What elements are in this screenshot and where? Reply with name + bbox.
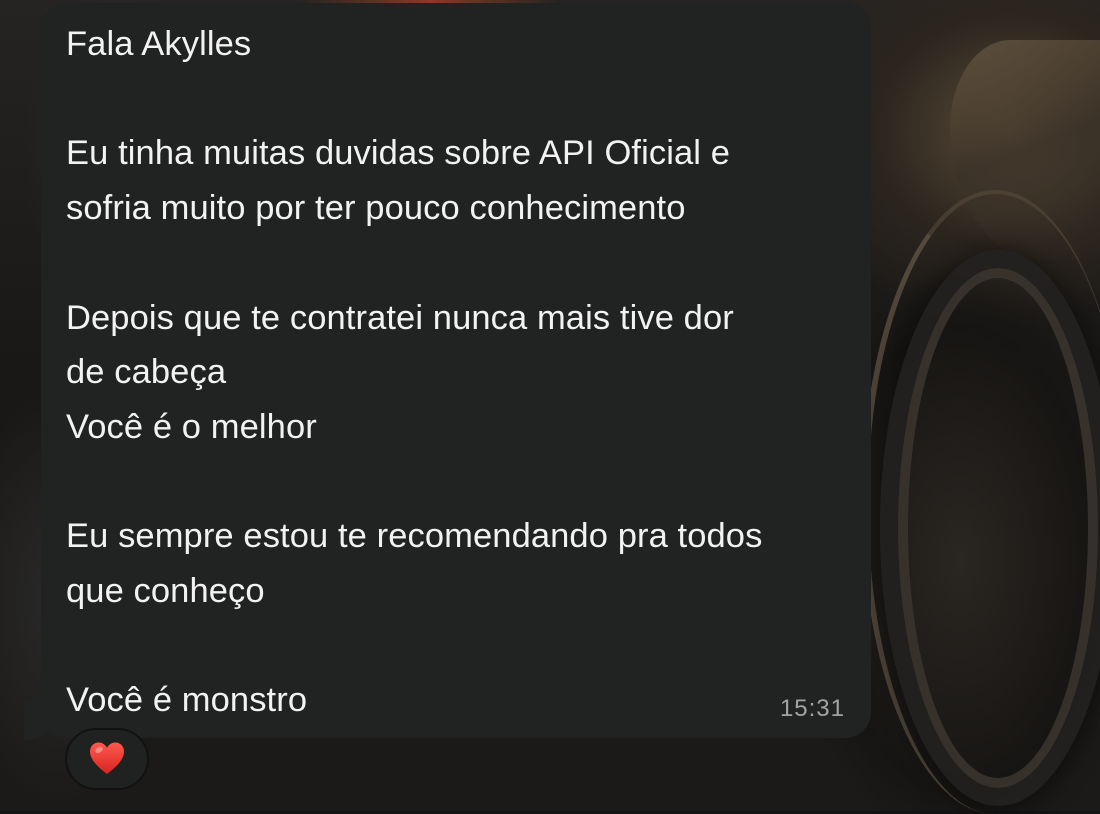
incoming-message-bubble[interactable]: Fala Akylles Eu tinha muitas duvidas sob… [41, 3, 871, 738]
wallpaper-car-wheel [880, 250, 1100, 806]
message-timestamp: 15:31 [779, 695, 845, 722]
red-heart-icon [90, 742, 124, 774]
message-text: Fala Akylles Eu tinha muitas duvidas sob… [66, 25, 763, 720]
heart-reaction-button[interactable] [65, 728, 149, 790]
